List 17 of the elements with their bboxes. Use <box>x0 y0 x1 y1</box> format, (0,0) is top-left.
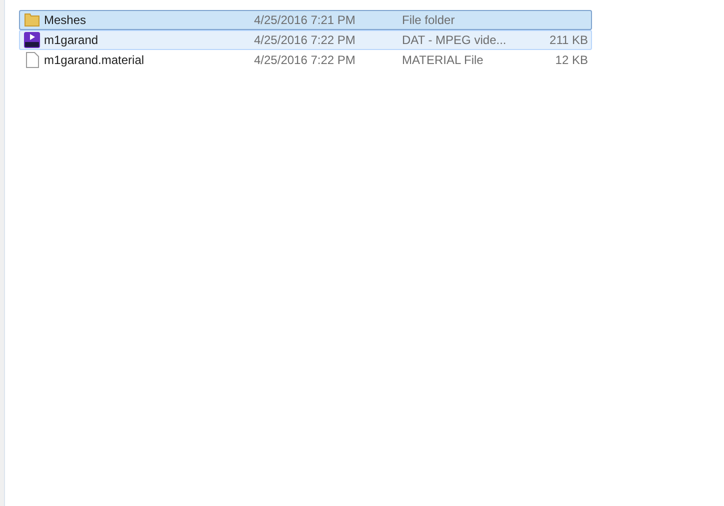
date-modified: 4/25/2016 7:21 PM <box>254 12 356 29</box>
date-modified: 4/25/2016 7:22 PM <box>254 52 356 69</box>
file-name: m1garand.material <box>43 52 146 69</box>
document-icon <box>26 52 38 68</box>
file-row[interactable]: m1garand.material 4/25/2016 7:22 PM MATERIAL File 12 KB <box>19 50 592 70</box>
file-size: 12 KB <box>554 52 588 69</box>
file-row[interactable]: Meshes 4/25/2016 7:21 PM File folder <box>19 10 592 30</box>
date-modified: 4/25/2016 7:22 PM <box>254 32 356 49</box>
file-row[interactable]: m1garand 4/25/2016 7:22 PM DAT - MPEG vide... 211 KB <box>19 30 592 50</box>
file-type: DAT - MPEG vide... <box>402 32 508 49</box>
file-type: MATERIAL File <box>402 52 484 69</box>
file-name: m1garand <box>43 32 100 49</box>
video-file-icon <box>24 32 40 48</box>
folder-icon <box>24 13 40 27</box>
file-size: 211 KB <box>548 32 588 49</box>
file-name: Meshes <box>43 12 88 29</box>
file-type: File folder <box>402 12 456 29</box>
